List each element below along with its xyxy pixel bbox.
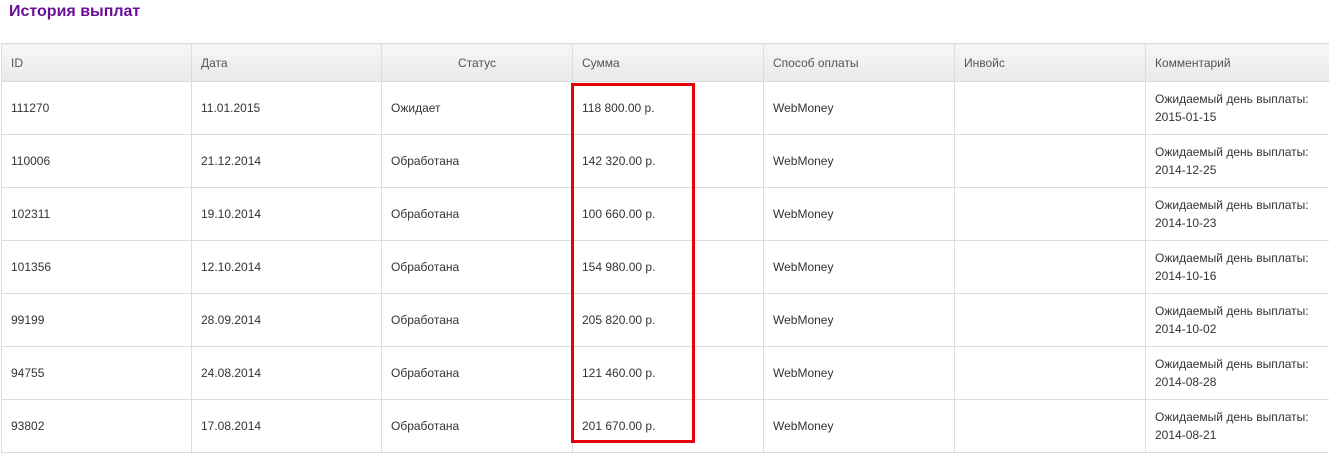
table-header-row: ID Дата Статус Сумма Способ оплаты Инвой… <box>2 44 1329 82</box>
cell-method: WebMoney <box>764 135 955 188</box>
cell-date: 28.09.2014 <box>192 294 382 347</box>
cell-status: Обработана <box>382 241 573 294</box>
table-row: 99199 28.09.2014 Обработана 205 820.00 р… <box>2 294 1329 347</box>
cell-date: 11.01.2015 <box>192 82 382 135</box>
cell-status: Обработана <box>382 188 573 241</box>
cell-date: 24.08.2014 <box>192 347 382 400</box>
cell-invoice <box>955 241 1146 294</box>
cell-invoice <box>955 188 1146 241</box>
cell-status: Обработана <box>382 400 573 453</box>
cell-id: 102311 <box>2 188 192 241</box>
table-row: 94755 24.08.2014 Обработана 121 460.00 р… <box>2 347 1329 400</box>
column-header-comment[interactable]: Комментарий <box>1146 44 1329 82</box>
cell-amount: 118 800.00 р. <box>573 82 764 135</box>
cell-id: 99199 <box>2 294 192 347</box>
cell-id: 101356 <box>2 241 192 294</box>
column-header-method[interactable]: Способ оплаты <box>764 44 955 82</box>
cell-invoice <box>955 82 1146 135</box>
page-title: История выплат <box>9 2 140 22</box>
cell-status: Обработана <box>382 294 573 347</box>
cell-date: 21.12.2014 <box>192 135 382 188</box>
cell-method: WebMoney <box>764 400 955 453</box>
table-row: 111270 11.01.2015 Ожидает 118 800.00 р. … <box>2 82 1329 135</box>
cell-id: 110006 <box>2 135 192 188</box>
cell-invoice <box>955 400 1146 453</box>
column-header-id[interactable]: ID <box>2 44 192 82</box>
table-row: 102311 19.10.2014 Обработана 100 660.00 … <box>2 188 1329 241</box>
cell-comment: Ожидаемый день выплаты: 2015-01-15 <box>1146 82 1329 135</box>
column-header-amount[interactable]: Сумма <box>573 44 764 82</box>
cell-amount: 121 460.00 р. <box>573 347 764 400</box>
table-row: 101356 12.10.2014 Обработана 154 980.00 … <box>2 241 1329 294</box>
cell-amount: 142 320.00 р. <box>573 135 764 188</box>
cell-comment: Ожидаемый день выплаты: 2014-08-28 <box>1146 347 1329 400</box>
cell-invoice <box>955 135 1146 188</box>
cell-method: WebMoney <box>764 82 955 135</box>
cell-date: 12.10.2014 <box>192 241 382 294</box>
cell-amount: 201 670.00 р. <box>573 400 764 453</box>
cell-date: 19.10.2014 <box>192 188 382 241</box>
cell-method: WebMoney <box>764 188 955 241</box>
cell-id: 94755 <box>2 347 192 400</box>
cell-method: WebMoney <box>764 241 955 294</box>
cell-invoice <box>955 294 1146 347</box>
table-row: 93802 17.08.2014 Обработана 201 670.00 р… <box>2 400 1329 453</box>
cell-comment: Ожидаемый день выплаты: 2014-10-02 <box>1146 294 1329 347</box>
cell-invoice <box>955 347 1146 400</box>
cell-amount: 154 980.00 р. <box>573 241 764 294</box>
cell-status: Обработана <box>382 135 573 188</box>
cell-id: 111270 <box>2 82 192 135</box>
cell-comment: Ожидаемый день выплаты: 2014-10-23 <box>1146 188 1329 241</box>
payments-table-container: ID Дата Статус Сумма Способ оплаты Инвой… <box>1 43 1329 453</box>
column-header-status[interactable]: Статус <box>382 44 573 82</box>
cell-comment: Ожидаемый день выплаты: 2014-12-25 <box>1146 135 1329 188</box>
payments-table: ID Дата Статус Сумма Способ оплаты Инвой… <box>1 43 1329 453</box>
cell-id: 93802 <box>2 400 192 453</box>
cell-comment: Ожидаемый день выплаты: 2014-08-21 <box>1146 400 1329 453</box>
cell-status: Обработана <box>382 347 573 400</box>
table-row: 110006 21.12.2014 Обработана 142 320.00 … <box>2 135 1329 188</box>
column-header-invoice[interactable]: Инвойс <box>955 44 1146 82</box>
cell-status: Ожидает <box>382 82 573 135</box>
cell-amount: 205 820.00 р. <box>573 294 764 347</box>
column-header-date[interactable]: Дата <box>192 44 382 82</box>
cell-date: 17.08.2014 <box>192 400 382 453</box>
cell-amount: 100 660.00 р. <box>573 188 764 241</box>
cell-method: WebMoney <box>764 347 955 400</box>
cell-comment: Ожидаемый день выплаты: 2014-10-16 <box>1146 241 1329 294</box>
cell-method: WebMoney <box>764 294 955 347</box>
